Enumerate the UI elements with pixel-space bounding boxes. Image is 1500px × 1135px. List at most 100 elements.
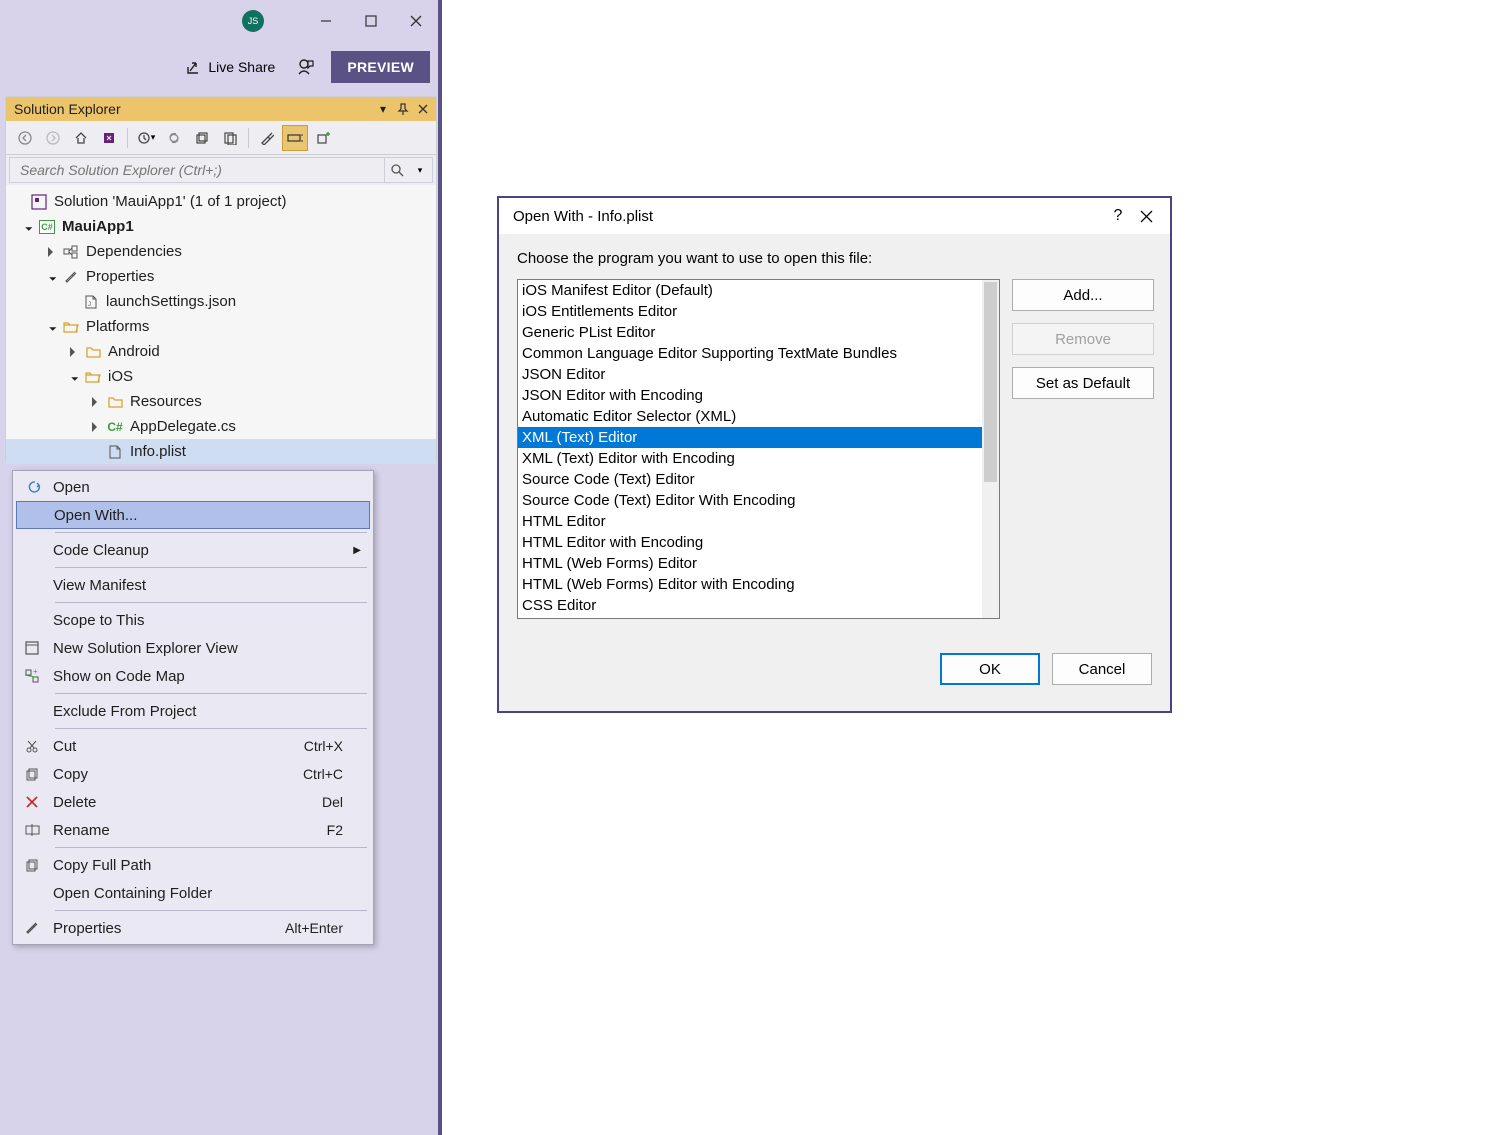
list-item[interactable]: CSS Editor [518,595,999,616]
back-button[interactable] [12,125,38,151]
panel-options-dropdown[interactable]: ▾ [374,100,392,118]
switch-views-button[interactable] [96,125,122,151]
search-icon[interactable] [384,158,408,182]
scrollbar[interactable] [982,280,999,618]
menu-separator [55,532,367,533]
expand-icon[interactable] [88,395,102,409]
add-button[interactable]: Add... [1012,279,1154,311]
search-bar: ▾ [9,157,433,183]
list-item[interactable]: HTML (Web Forms) Editor [518,553,999,574]
preview-selected-button[interactable] [282,125,308,151]
ios-node[interactable]: iOS [6,364,436,389]
expand-icon[interactable] [44,270,58,284]
menu-item-properties[interactable]: Properties Alt+Enter [15,914,371,942]
dialog-titlebar[interactable]: Open With - Info.plist ? [499,198,1170,234]
ok-button[interactable]: OK [940,653,1040,685]
pending-changes-filter[interactable]: ▾ [133,125,159,151]
collapse-all-button[interactable] [189,125,215,151]
list-item[interactable]: iOS Entitlements Editor [518,301,999,322]
menu-item-copy[interactable]: Copy Ctrl+C [15,760,371,788]
list-item[interactable]: HTML Editor with Encoding [518,532,999,553]
menu-item-cut[interactable]: Cut Ctrl+X [15,732,371,760]
folder-label: Resources [130,393,202,410]
user-avatar[interactable]: JS [242,10,264,32]
menu-item-delete[interactable]: Delete Del [15,788,371,816]
sync-button[interactable] [161,125,187,151]
scrollbar-thumb[interactable] [984,282,997,482]
pin-icon[interactable] [394,100,412,118]
resources-node[interactable]: Resources [6,389,436,414]
menu-item-open[interactable]: Open [15,473,371,501]
list-item[interactable]: Common Language Editor Supporting TextMa… [518,343,999,364]
menu-item-scope-to-this[interactable]: Scope to This [15,606,371,634]
list-item[interactable]: iOS Manifest Editor (Default) [518,280,999,301]
expand-icon[interactable] [66,345,80,359]
svg-text:+: + [33,669,38,676]
menu-item-view-manifest[interactable]: View Manifest [15,571,371,599]
list-item[interactable]: XML (Text) Editor with Encoding [518,448,999,469]
launch-settings-node[interactable]: J launchSettings.json [6,289,436,314]
expand-icon[interactable] [44,245,58,259]
titlebar-actions: Live Share PREVIEW [0,42,438,92]
expand-icon[interactable] [88,420,102,434]
list-item[interactable]: HTML (Web Forms) Editor with Encoding [518,574,999,595]
menu-item-exclude[interactable]: Exclude From Project [15,697,371,725]
list-item[interactable]: Generic PList Editor [518,322,999,343]
list-item[interactable]: XML (Text) Editor [518,427,999,448]
dialog-close-button[interactable] [1132,202,1160,230]
editor-listbox[interactable]: iOS Manifest Editor (Default)iOS Entitle… [517,279,1000,619]
open-icon [25,480,53,494]
list-item[interactable]: JSON Editor [518,364,999,385]
menu-item-open-containing-folder[interactable]: Open Containing Folder [15,879,371,907]
minimize-button[interactable] [303,0,348,42]
dialog-prompt: Choose the program you want to use to op… [517,250,1154,267]
project-node[interactable]: C# MauiApp1 [6,214,436,239]
solution-tree: Solution 'MauiApp1' (1 of 1 project) C# … [6,185,436,461]
expand-icon[interactable] [44,320,58,334]
list-item[interactable]: Source Code (Text) Editor [518,469,999,490]
preview-button[interactable]: PREVIEW [331,51,430,83]
appdelegate-node[interactable]: C# AppDelegate.cs [6,414,436,439]
set-as-default-button[interactable]: Set as Default [1012,367,1154,399]
feedback-button[interactable] [293,54,319,80]
menu-item-new-se-view[interactable]: New Solution Explorer View [15,634,371,662]
properties-node[interactable]: Properties [6,264,436,289]
solution-node[interactable]: Solution 'MauiApp1' (1 of 1 project) [6,189,436,214]
help-button[interactable]: ? [1104,202,1132,230]
menu-item-rename[interactable]: Rename F2 [15,816,371,844]
forward-button[interactable] [40,125,66,151]
platforms-node[interactable]: Platforms [6,314,436,339]
home-button[interactable] [68,125,94,151]
list-item[interactable]: JSON Editor with Encoding [518,385,999,406]
list-item[interactable]: HTML Editor [518,511,999,532]
close-button[interactable] [393,0,438,42]
dependencies-label: Dependencies [86,243,182,260]
menu-separator [55,567,367,568]
remove-button[interactable]: Remove [1012,323,1154,355]
show-all-files-button[interactable] [217,125,243,151]
search-input[interactable] [18,161,384,179]
dependencies-node[interactable]: Dependencies [6,239,436,264]
cancel-button[interactable]: Cancel [1052,653,1152,685]
android-node[interactable]: Android [6,339,436,364]
search-options-dropdown[interactable]: ▾ [408,158,432,182]
menu-item-copy-full-path[interactable]: Copy Full Path [15,851,371,879]
menu-separator [55,602,367,603]
expand-icon[interactable] [20,220,34,234]
properties-button[interactable] [254,125,280,151]
panel-title-bar[interactable]: Solution Explorer ▾ [6,97,436,121]
info-plist-node[interactable]: Info.plist [6,439,436,464]
menu-item-open-with[interactable]: Open With... [16,501,370,529]
live-share-button[interactable]: Live Share [180,55,281,79]
add-button[interactable] [310,125,336,151]
panel-close-icon[interactable] [414,100,432,118]
live-share-label: Live Share [208,59,275,75]
panel-title: Solution Explorer [14,101,121,117]
menu-item-code-cleanup[interactable]: Code Cleanup ▶ [15,536,371,564]
list-item[interactable]: Automatic Editor Selector (XML) [518,406,999,427]
menu-item-show-on-code-map[interactable]: + Show on Code Map [15,662,371,690]
maximize-button[interactable] [348,0,393,42]
expand-icon[interactable] [66,370,80,384]
vs-window: JS Live Share PREVIEW [0,0,442,1135]
list-item[interactable]: Source Code (Text) Editor With Encoding [518,490,999,511]
